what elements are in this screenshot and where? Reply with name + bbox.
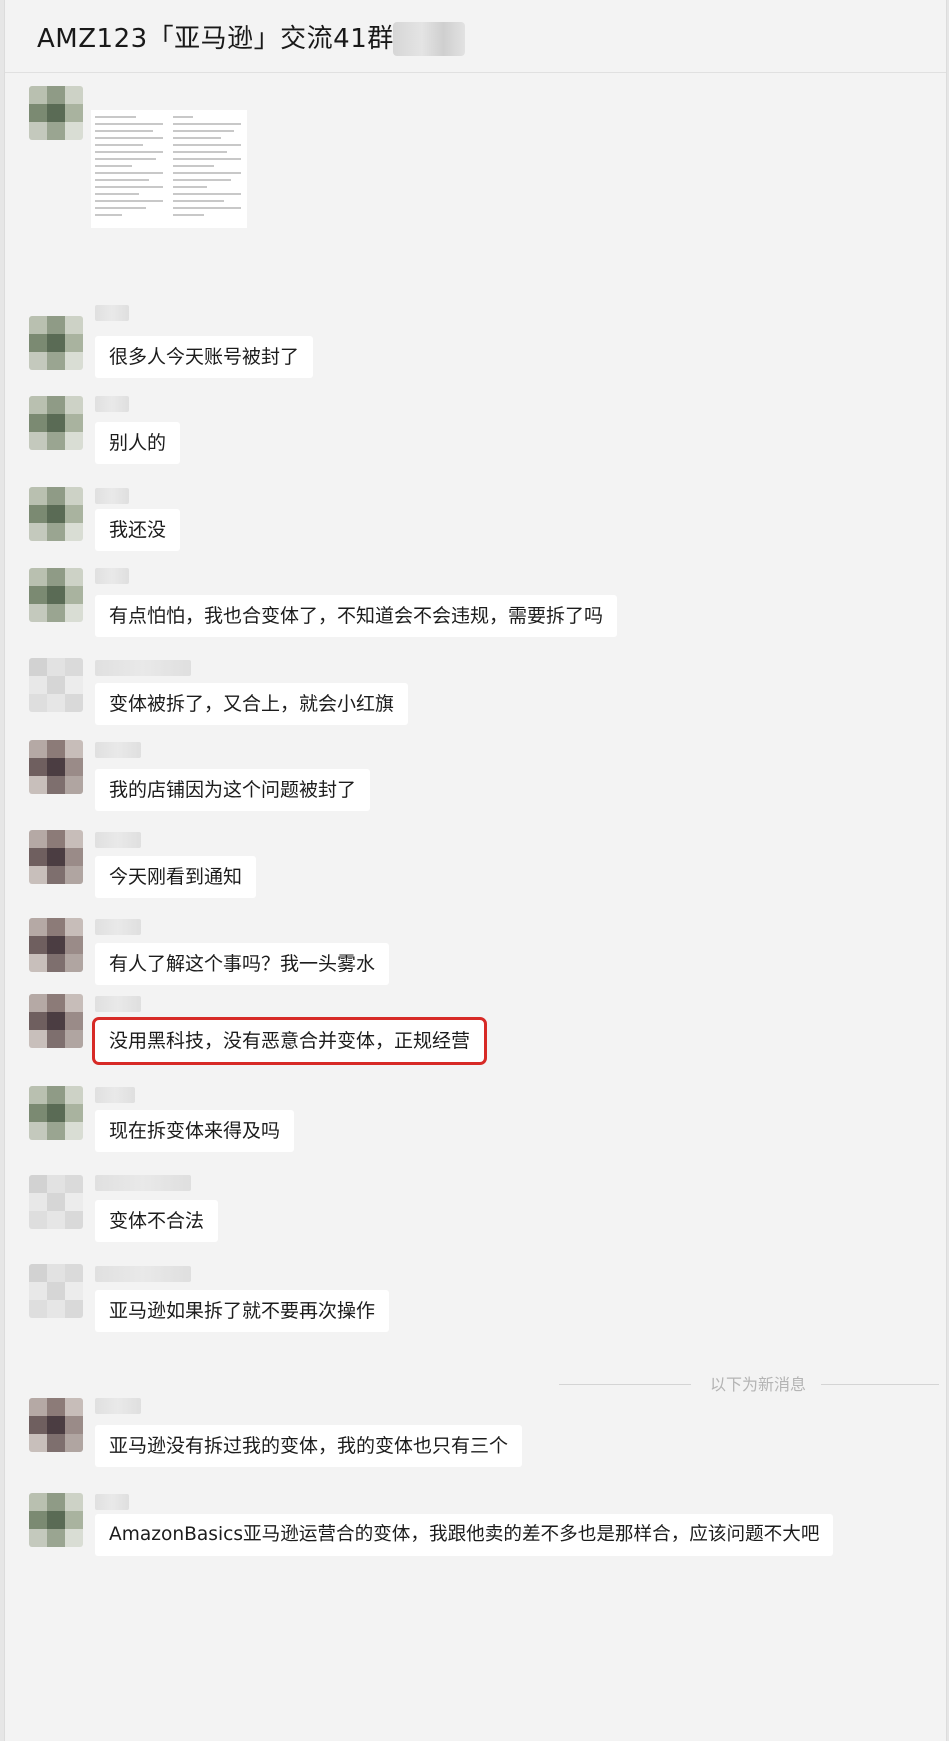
sender-name-blurred bbox=[95, 996, 141, 1012]
sender-name-blurred bbox=[95, 1087, 135, 1103]
message-bubble[interactable]: 有点怕怕，我也合变体了，不知道会不会违规，需要拆了吗 bbox=[95, 595, 618, 637]
new-messages-label: 以下为新消息 bbox=[709, 1375, 806, 1394]
message-bubble[interactable]: 别人的 bbox=[95, 422, 181, 464]
avatar[interactable] bbox=[29, 1175, 83, 1229]
message-bubble[interactable]: 有人了解这个事吗？我一头雾水 bbox=[95, 943, 390, 985]
avatar[interactable] bbox=[29, 740, 83, 794]
avatar[interactable] bbox=[29, 1398, 83, 1452]
message-bubble[interactable]: 亚马逊没有拆过我的变体，我的变体也只有三个 bbox=[95, 1425, 523, 1467]
message-bubble[interactable]: 变体被拆了，又合上，就会小红旗 bbox=[95, 683, 409, 725]
sender-name-blurred bbox=[95, 660, 191, 676]
chat-title: AMZ123「亚马逊」交流41群 bbox=[37, 24, 394, 54]
sender-name-blurred bbox=[95, 488, 129, 504]
chat-header: AMZ123「亚马逊」交流41群 bbox=[5, 0, 946, 73]
avatar[interactable] bbox=[29, 994, 83, 1048]
document-image-icon[interactable] bbox=[91, 110, 247, 228]
message-bubble[interactable]: 现在拆变体来得及吗 bbox=[95, 1110, 295, 1152]
message-bubble[interactable]: 我还没 bbox=[95, 509, 181, 551]
sender-name-blurred bbox=[95, 1494, 129, 1510]
message-bubble[interactable]: 亚马逊如果拆了就不要再次操作 bbox=[95, 1290, 390, 1332]
new-messages-divider: 以下为新消息 bbox=[559, 1374, 939, 1394]
sender-name-blurred bbox=[95, 1266, 191, 1282]
divider-line bbox=[821, 1384, 939, 1385]
avatar[interactable] bbox=[29, 1086, 83, 1140]
avatar[interactable] bbox=[29, 396, 83, 450]
chat-window: AMZ123「亚马逊」交流41群 很多人今天账号被封了 别人的 我还没 有点怕怕… bbox=[4, 0, 947, 1741]
message-bubble[interactable]: 今天刚看到通知 bbox=[95, 856, 257, 898]
avatar[interactable] bbox=[29, 1264, 83, 1318]
avatar[interactable] bbox=[29, 918, 83, 972]
avatar[interactable] bbox=[29, 1493, 83, 1547]
sender-name-blurred bbox=[95, 396, 129, 412]
title-blurred-count bbox=[393, 22, 465, 56]
sender-name-blurred bbox=[95, 1398, 141, 1414]
message-bubble[interactable]: 很多人今天账号被封了 bbox=[95, 336, 314, 378]
divider-line bbox=[559, 1384, 691, 1385]
avatar[interactable] bbox=[29, 568, 83, 622]
sender-name-blurred bbox=[95, 305, 129, 321]
avatar[interactable] bbox=[29, 658, 83, 712]
avatar[interactable] bbox=[29, 86, 83, 140]
sender-name-blurred bbox=[95, 919, 141, 935]
avatar[interactable] bbox=[29, 487, 83, 541]
avatar[interactable] bbox=[29, 316, 83, 370]
avatar[interactable] bbox=[29, 830, 83, 884]
message-bubble-highlighted[interactable]: 没用黑科技，没有恶意合并变体，正规经营 bbox=[91, 1017, 488, 1065]
sender-name-blurred bbox=[95, 832, 141, 848]
sender-name-blurred bbox=[95, 1175, 191, 1191]
message-bubble[interactable]: AmazonBasics亚马逊运营合的变体，我跟他卖的差不多也是那样合，应该问题… bbox=[95, 1514, 834, 1556]
sender-name-blurred bbox=[95, 742, 141, 758]
sender-name-blurred bbox=[95, 568, 129, 584]
message-bubble[interactable]: 变体不合法 bbox=[95, 1200, 219, 1242]
message-bubble[interactable]: 我的店铺因为这个问题被封了 bbox=[95, 769, 371, 811]
